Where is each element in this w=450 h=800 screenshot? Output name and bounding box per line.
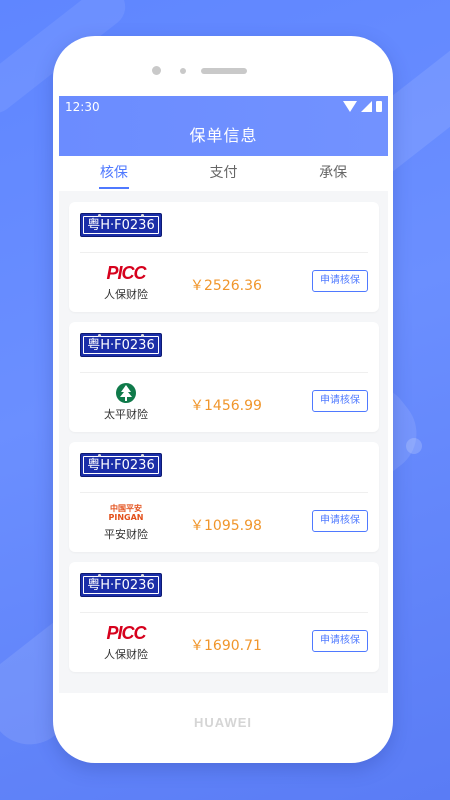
sensor	[180, 68, 186, 74]
earpiece-speaker	[201, 68, 247, 74]
plate-number: 粤H·F0236	[83, 214, 159, 234]
insurer-name: 人保财险	[104, 288, 148, 301]
divider	[80, 252, 368, 253]
divider	[80, 612, 368, 613]
apply-underwriting-button[interactable]: 申请核保	[312, 390, 368, 412]
front-camera	[152, 66, 161, 75]
license-plate: 粤H·F0236	[80, 573, 162, 597]
policy-card: 粤H·F0236 太平财险 ￥1456.99 申请核保	[69, 322, 379, 432]
policy-list: 粤H·F0236 PICC 人保财险 ￥2526.36 申请核保 粤H·F023…	[69, 202, 379, 682]
divider	[80, 492, 368, 493]
plate-number: 粤H·F0236	[83, 574, 159, 594]
premium-price: ￥1690.71	[190, 638, 262, 654]
apply-underwriting-button[interactable]: 申请核保	[312, 270, 368, 292]
policy-card: 粤H·F0236 中国平安 PINGAN 平安财险 ￥1095.98 申请核保	[69, 442, 379, 552]
insurer: 太平财险	[88, 382, 164, 422]
taiping-logo	[88, 382, 164, 404]
license-plate: 粤H·F0236	[80, 213, 162, 237]
status-bar: 12:30	[59, 96, 388, 118]
policy-card: 粤H·F0236 PICC 人保财险 ￥2526.36 申请核保	[69, 202, 379, 312]
insurer-name: 太平财险	[104, 408, 148, 421]
insurer-name: 平安财险	[104, 528, 148, 541]
background-dot	[406, 438, 422, 454]
signal-icon	[361, 101, 372, 112]
tab-payment[interactable]: 支付	[169, 156, 279, 191]
apply-underwriting-button[interactable]: 申请核保	[312, 510, 368, 532]
insurer: PICC 人保财险	[88, 622, 164, 662]
battery-icon	[376, 101, 382, 112]
divider	[80, 372, 368, 373]
status-time: 12:30	[65, 100, 100, 114]
app-screen: 12:30 保单信息 核保 支付 承保 粤H·F0236 PICC 人保财险 ￥…	[59, 96, 388, 693]
picc-logo-text: PICC	[106, 622, 146, 643]
app-header: 12:30 保单信息	[59, 96, 388, 156]
picc-logo-text: PICC	[106, 262, 146, 283]
device-brand-logo: HUAWEI	[194, 715, 252, 730]
plate-number: 粤H·F0236	[83, 334, 159, 354]
plate-number: 粤H·F0236	[83, 454, 159, 474]
picc-logo: PICC	[88, 262, 164, 284]
taiping-logo-icon	[116, 383, 136, 403]
pingan-logo-text: 中国平安 PINGAN	[108, 504, 144, 522]
insurer: PICC 人保财险	[88, 262, 164, 302]
license-plate: 粤H·F0236	[80, 453, 162, 477]
apply-underwriting-button[interactable]: 申请核保	[312, 630, 368, 652]
tab-issuance[interactable]: 承保	[278, 156, 388, 191]
license-plate: 粤H·F0236	[80, 333, 162, 357]
policy-card: 粤H·F0236 PICC 人保财险 ￥1690.71 申请核保	[69, 562, 379, 672]
page-title: 保单信息	[189, 126, 258, 145]
premium-price: ￥1095.98	[190, 518, 262, 534]
insurer-name: 人保财险	[104, 648, 148, 661]
pingan-logo: 中国平安 PINGAN	[88, 502, 164, 524]
wifi-icon	[343, 101, 357, 112]
picc-logo: PICC	[88, 622, 164, 644]
status-icons	[343, 101, 382, 112]
insurer: 中国平安 PINGAN 平安财险	[88, 502, 164, 542]
premium-price: ￥1456.99	[190, 398, 262, 414]
phone-frame: 12:30 保单信息 核保 支付 承保 粤H·F0236 PICC 人保财险 ￥…	[53, 36, 393, 763]
premium-price: ￥2526.36	[190, 278, 262, 294]
tab-underwriting[interactable]: 核保	[59, 156, 169, 191]
tab-bar: 核保 支付 承保	[59, 156, 388, 191]
